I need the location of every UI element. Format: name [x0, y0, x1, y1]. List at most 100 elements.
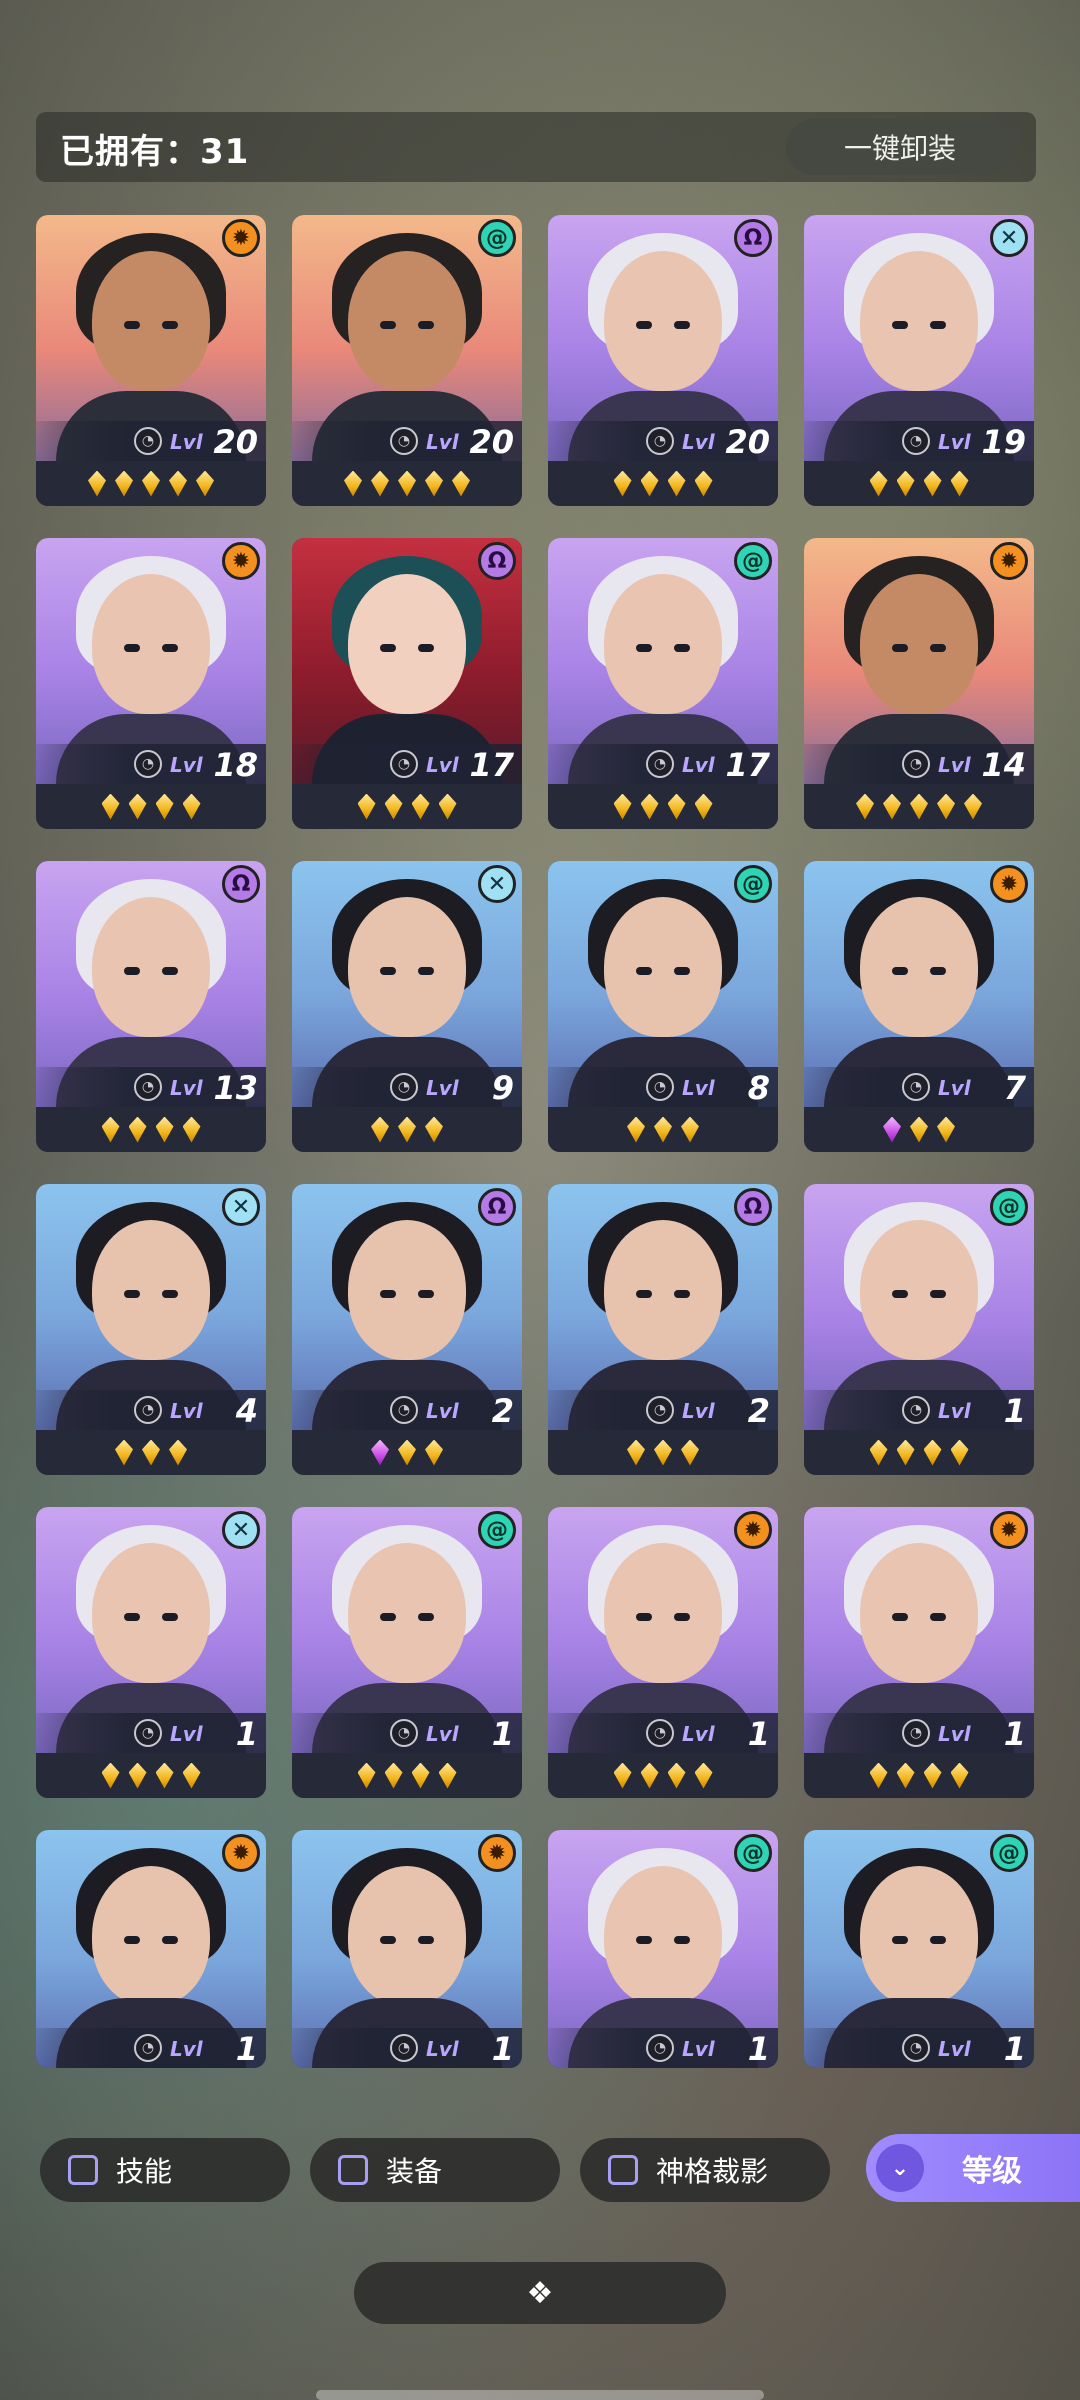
hero-card[interactable]: @ ◔ Lvl 20: [292, 215, 522, 506]
hero-card[interactable]: ✹ ◔ Lvl 14: [804, 538, 1034, 829]
hero-card[interactable]: ✹ ◔ Lvl 1: [292, 1830, 522, 2068]
hero-card[interactable]: ✕ ◔ Lvl 9: [292, 861, 522, 1152]
spiral-icon: @: [478, 1511, 516, 1549]
hero-card[interactable]: @ ◔ Lvl 1: [804, 1184, 1034, 1475]
level-label: Lvl: [682, 1076, 715, 1100]
level-label: Lvl: [426, 1722, 459, 1746]
star-rating: [292, 1753, 522, 1798]
hero-eye: [892, 1936, 908, 1944]
gold-gem-icon: [667, 793, 686, 820]
level-label: Lvl: [682, 1722, 715, 1746]
hero-eye: [380, 1613, 396, 1621]
level-label: Lvl: [938, 1399, 971, 1423]
gold-gem-icon: [452, 470, 470, 497]
hero-card[interactable]: ✹ ◔ Lvl 18: [36, 538, 266, 829]
hero-eye: [418, 1613, 434, 1621]
collapse-button[interactable]: ❖: [354, 2262, 726, 2324]
hero-card[interactable]: Ω ◔ Lvl 2: [292, 1184, 522, 1475]
hero-card[interactable]: ✹ ◔ Lvl 1: [804, 1507, 1034, 1798]
hero-eye: [892, 1290, 908, 1298]
level-label: Lvl: [938, 1076, 971, 1100]
filter-equipment[interactable]: 装备: [310, 2138, 560, 2202]
sun-icon: ✹: [990, 542, 1028, 580]
gold-gem-icon: [182, 1116, 201, 1143]
hero-card[interactable]: @ ◔ Lvl 8: [548, 861, 778, 1152]
level-bar: ◔ Lvl 1: [36, 1713, 266, 1753]
gold-gem-icon: [654, 1116, 672, 1143]
level-bar: ◔ Lvl 13: [36, 1067, 266, 1107]
hero-eye: [636, 967, 652, 975]
hero-card[interactable]: Ω ◔ Lvl 20: [548, 215, 778, 506]
hero-card[interactable]: Ω ◔ Lvl 17: [292, 538, 522, 829]
sun-icon: ✹: [990, 1511, 1028, 1549]
hero-card[interactable]: @ ◔ Lvl 1: [292, 1507, 522, 1798]
hero-face: [604, 1543, 722, 1683]
gold-gem-icon: [101, 1762, 120, 1789]
hero-card[interactable]: ✕ ◔ Lvl 1: [36, 1507, 266, 1798]
awakening-icon: ◔: [390, 2034, 418, 2062]
hero-face: [860, 574, 978, 714]
hero-eye: [892, 644, 908, 652]
divinity-shadow-checkbox[interactable]: [608, 2155, 638, 2185]
star-rating: [804, 784, 1034, 829]
sun-icon: ✹: [222, 542, 260, 580]
gold-gem-icon: [681, 1439, 699, 1466]
gold-gem-icon: [425, 1439, 443, 1466]
hero-face: [860, 251, 978, 391]
hero-eye: [636, 644, 652, 652]
hero-face: [92, 1220, 210, 1360]
hero-card[interactable]: @ ◔ Lvl 1: [804, 1830, 1034, 2068]
skills-checkbox[interactable]: [68, 2155, 98, 2185]
level-number: 19: [981, 423, 1026, 461]
gold-gem-icon: [398, 1116, 416, 1143]
hero-eye: [380, 321, 396, 329]
level-number: 2: [491, 1392, 514, 1430]
cross-icon: ✕: [222, 1511, 260, 1549]
hero-card[interactable]: @ ◔ Lvl 17: [548, 538, 778, 829]
gold-gem-icon: [196, 470, 214, 497]
gold-gem-icon: [155, 1116, 174, 1143]
hero-card[interactable]: ✹ ◔ Lvl 1: [36, 1830, 266, 2068]
hero-card[interactable]: ✕ ◔ Lvl 4: [36, 1184, 266, 1475]
star-rating: [548, 1107, 778, 1152]
hero-card[interactable]: ✹ ◔ Lvl 7: [804, 861, 1034, 1152]
omega-icon: Ω: [222, 865, 260, 903]
level-bar: ◔ Lvl 8: [548, 1067, 778, 1107]
filter-divinity-shadow-label: 神格裁影: [656, 2155, 769, 2188]
hero-card[interactable]: Ω ◔ Lvl 13: [36, 861, 266, 1152]
gold-gem-icon: [411, 793, 430, 820]
level-bar: ◔ Lvl 1: [548, 2028, 778, 2068]
level-bar: ◔ Lvl 1: [804, 1713, 1034, 1753]
home-indicator[interactable]: [316, 2390, 764, 2400]
filter-divinity-shadow[interactable]: 神格裁影: [580, 2138, 830, 2202]
level-label: Lvl: [426, 753, 459, 777]
level-bar: ◔ Lvl 4: [36, 1390, 266, 1430]
gold-gem-icon: [923, 1762, 942, 1789]
equipment-checkbox[interactable]: [338, 2155, 368, 2185]
star-rating: [548, 1753, 778, 1798]
awakening-icon: ◔: [134, 750, 162, 778]
hero-card[interactable]: Ω ◔ Lvl 2: [548, 1184, 778, 1475]
level-label: Lvl: [938, 2037, 971, 2061]
level-label: Lvl: [682, 1399, 715, 1423]
gold-gem-icon: [142, 1439, 160, 1466]
omega-icon: Ω: [734, 1188, 772, 1226]
hero-card[interactable]: ✹ ◔ Lvl 20: [36, 215, 266, 506]
star-rating: [804, 1753, 1034, 1798]
hero-card[interactable]: ✹ ◔ Lvl 1: [548, 1507, 778, 1798]
awakening-icon: ◔: [134, 1719, 162, 1747]
filter-skills[interactable]: 技能: [40, 2138, 290, 2202]
level-label: Lvl: [170, 2037, 203, 2061]
unequip-all-button[interactable]: 一键卸装: [786, 119, 1014, 175]
sort-level-button[interactable]: ⌄ 等级: [866, 2134, 1080, 2202]
star-rating: [548, 461, 778, 506]
hero-face: [860, 897, 978, 1037]
level-label: Lvl: [426, 1076, 459, 1100]
gold-gem-icon: [398, 470, 416, 497]
gold-gem-icon: [169, 470, 187, 497]
hero-card[interactable]: ✕ ◔ Lvl 19: [804, 215, 1034, 506]
star-rating: [292, 461, 522, 506]
awakening-icon: ◔: [134, 427, 162, 455]
level-bar: ◔ Lvl 2: [548, 1390, 778, 1430]
hero-card[interactable]: @ ◔ Lvl 1: [548, 1830, 778, 2068]
